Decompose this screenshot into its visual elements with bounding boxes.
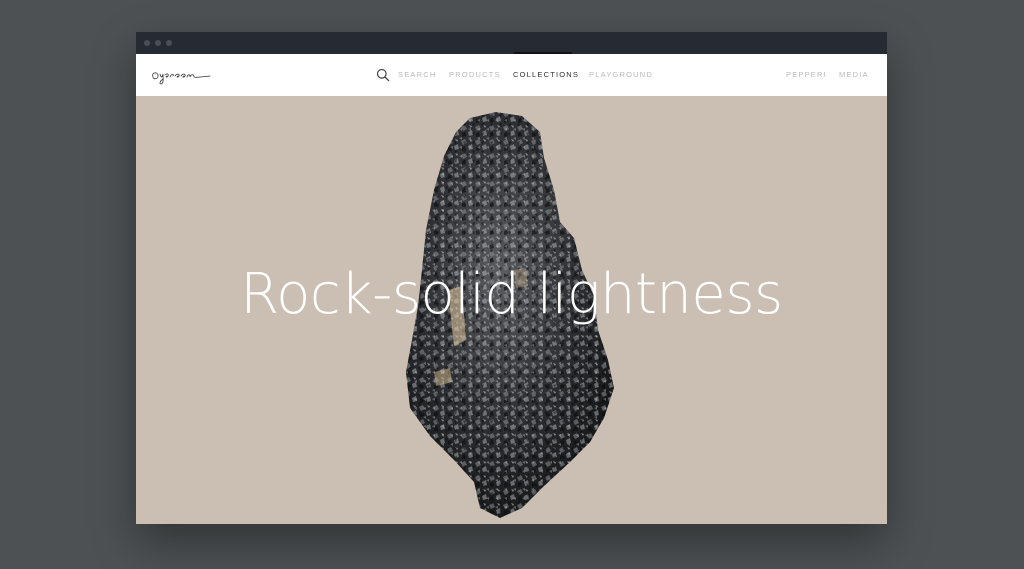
window-close-dot[interactable] (144, 40, 150, 46)
browser-titlebar (136, 32, 887, 54)
nav-media[interactable]: MEDIA (839, 70, 869, 79)
window-maximize-dot[interactable] (166, 40, 172, 46)
handwritten-logo-icon[interactable] (150, 65, 214, 85)
nav-collections[interactable]: COLLECTIONS (513, 70, 579, 79)
browser-window: SEARCH PRODUCTS COLLECTIONS PLAYGROUND P… (136, 32, 887, 524)
hero-section: Rock-solid lightness (136, 96, 887, 524)
nav-playground[interactable]: PLAYGROUND (589, 70, 653, 79)
nav-products[interactable]: PRODUCTS (449, 70, 501, 79)
nav-pepperi[interactable]: PEPPERI (786, 70, 827, 79)
site-header: SEARCH PRODUCTS COLLECTIONS PLAYGROUND P… (136, 54, 887, 96)
window-minimize-dot[interactable] (155, 40, 161, 46)
hero-headline: Rock-solid lightness (240, 262, 783, 327)
search-icon[interactable] (376, 68, 390, 82)
nav-search[interactable]: SEARCH (398, 70, 436, 79)
